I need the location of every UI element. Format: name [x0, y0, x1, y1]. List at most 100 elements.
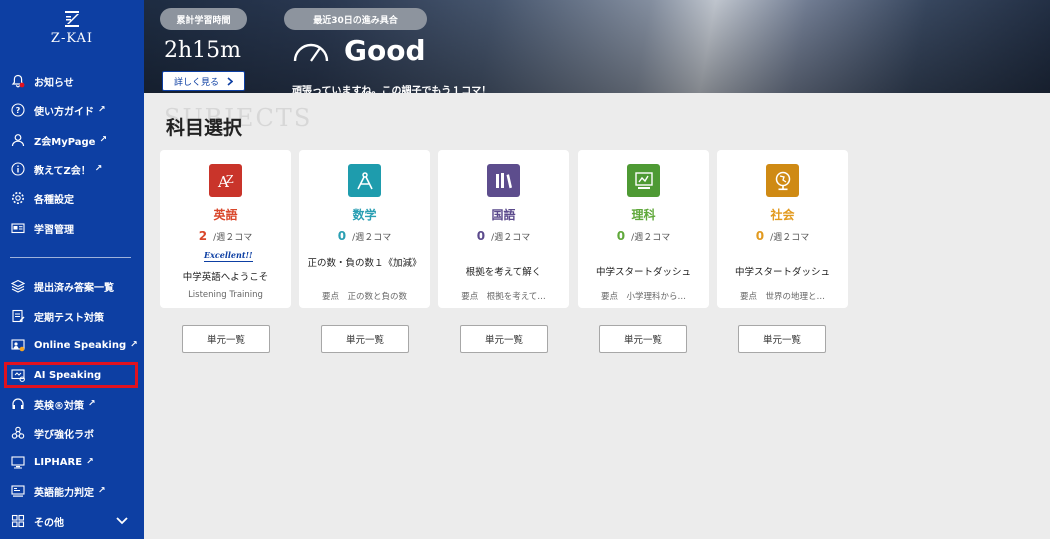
speedometer-icon: [292, 39, 330, 63]
subject-card-math[interactable]: 数学 0/週２コマ 正の数・負の数１《加減》 要点 正の数と負の数: [299, 150, 430, 308]
sidebar-item-label: 教えてZ会！: [34, 165, 91, 177]
lesson-subtitle: 要点 正の数と負の数: [321, 292, 407, 302]
unit-list-button-japanese[interactable]: 単元一覧: [460, 325, 548, 353]
science-subject-icon: [627, 164, 660, 197]
subject-card-social[interactable]: 社会 0/週２コマ 中学スタートダッシュ 要点 世界の地理と…: [717, 150, 848, 308]
clipboard-icon: [11, 309, 25, 323]
external-link-icon: ↗: [94, 164, 103, 174]
total-time-value: 2h15m: [164, 38, 242, 63]
layers-icon: [11, 279, 25, 293]
weekly-count: 0/週２コマ: [578, 229, 709, 243]
count-value: 0: [755, 229, 765, 243]
sidebar-item-label: 定期テスト対策: [34, 312, 104, 324]
weekly-count: 0/週２コマ: [438, 229, 569, 243]
subject-card-japanese[interactable]: 国語 0/週２コマ 根拠を考えて解く 要点 根拠を考えて…: [438, 150, 569, 308]
social-subject-icon: [766, 164, 799, 197]
gear-icon: [11, 191, 25, 205]
weekly-count: 2/週２コマ: [160, 229, 291, 243]
logo[interactable]: Z-KAI: [0, 10, 144, 46]
count-value: 0: [616, 229, 626, 243]
sidebar-item-settings[interactable]: 各種設定: [0, 187, 144, 209]
external-link-icon: ↗: [88, 399, 96, 409]
external-link-icon: ↗: [130, 340, 138, 350]
subject-card-science[interactable]: 理科 0/週２コマ 中学スタートダッシュ 要点 小学理科から…: [578, 150, 709, 308]
sidebar-item-help[interactable]: 教えてZ会！ ↗: [0, 158, 144, 180]
sidebar-item-label: Online Speaking: [34, 339, 127, 351]
sidebar-item-label: 学習管理: [34, 224, 74, 236]
sidebar-divider: [10, 257, 131, 258]
sidebar-item-submitted-answers[interactable]: 提出済み答案一覧: [0, 275, 144, 297]
subject-name: 理科: [631, 208, 656, 222]
person-icon: [11, 133, 25, 147]
person-chat-icon: [11, 338, 25, 352]
lesson-title: 中学スタートダッシュ: [734, 267, 830, 278]
count-unit: /週２コマ: [213, 233, 253, 243]
sidebar-item-label: 英語能力判定: [34, 487, 94, 499]
detail-button[interactable]: 詳しく見る: [162, 71, 245, 91]
sidebar-item-learning-management[interactable]: 学習管理: [0, 217, 144, 239]
count-unit: /週２コマ: [491, 233, 531, 243]
unit-list-button-science[interactable]: 単元一覧: [599, 325, 687, 353]
math-subject-icon: [348, 164, 381, 197]
excellent-badge: Excellent!!: [204, 250, 253, 262]
unit-list-button-math[interactable]: 単元一覧: [321, 325, 409, 353]
sidebar-item-label: 提出済み答案一覧: [34, 282, 114, 294]
bell-icon: [11, 74, 25, 88]
sidebar-item-other[interactable]: その他: [0, 510, 144, 532]
unit-list-button-social[interactable]: 単元一覧: [738, 325, 826, 353]
count-unit: /週２コマ: [631, 233, 671, 243]
english-subject-icon: AZ: [209, 164, 242, 197]
sidebar-item-label: 各種設定: [34, 194, 74, 206]
screen-icon: [11, 455, 25, 469]
study-summary-banner: 累計学習時間 2h15m 詳しく見る 最近30日の進み具合 Good 頑張ってい…: [144, 0, 1050, 93]
external-link-icon: ↗: [99, 135, 108, 145]
sidebar-item-ai-speaking[interactable]: AI Speaking: [4, 362, 138, 388]
count-value: 0: [476, 229, 486, 243]
id-card-icon: [11, 221, 25, 235]
info-icon: [11, 162, 25, 176]
chevron-down-icon: [116, 514, 128, 528]
sidebar-item-test-prep[interactable]: 定期テスト対策: [0, 305, 144, 327]
sidebar-item-label: その他: [34, 517, 64, 529]
svg-text:Z: Z: [226, 173, 234, 186]
sidebar-item-eiken[interactable]: 英検®対策 ↗: [0, 393, 144, 415]
z-kai-logo-icon: [65, 11, 79, 27]
chevron-right-icon: [227, 76, 233, 86]
sidebar-item-liphare[interactable]: LIPHARE ↗: [0, 451, 144, 473]
lesson-subtitle: 要点 根拠を考えて…: [461, 292, 546, 302]
sidebar-item-label: AI Speaking: [34, 369, 102, 381]
total-time-label: 累計学習時間: [160, 8, 247, 30]
monitor-chat-icon: [11, 368, 25, 382]
sidebar-item-label: 使い方ガイド: [34, 106, 94, 118]
computer-icon: [11, 484, 25, 498]
sidebar: Z-KAI お知らせ ? 使い方ガイド ↗ Z会MyPage ↗ 教えてZ会！ …: [0, 0, 144, 539]
count-value: 2: [198, 229, 208, 243]
sidebar-item-label: 学び強化ラボ: [34, 429, 94, 441]
progress-label: 最近30日の進み具合: [284, 8, 427, 30]
sidebar-item-label: Z会MyPage: [34, 136, 96, 148]
sidebar-item-label: 英検®対策: [34, 400, 84, 412]
molecule-icon: [11, 426, 25, 440]
subject-card-english[interactable]: AZ 英語 2/週２コマ Excellent!! 中学英語へようこそ Liste…: [160, 150, 291, 308]
subject-name: 国語: [491, 208, 516, 222]
sidebar-item-label: お知らせ: [34, 77, 74, 89]
sidebar-item-english-assessment[interactable]: 英語能力判定 ↗: [0, 480, 144, 502]
page-title: 科目選択: [166, 117, 243, 139]
sidebar-item-guide[interactable]: ? 使い方ガイド ↗: [0, 99, 144, 121]
sidebar-item-online-speaking[interactable]: Online Speaking ↗: [0, 334, 144, 356]
count-unit: /週２コマ: [770, 233, 810, 243]
external-link-icon: ↗: [98, 105, 106, 115]
subject-name: 社会: [770, 208, 795, 222]
sidebar-item-news[interactable]: お知らせ: [0, 70, 144, 92]
unit-list-button-english[interactable]: 単元一覧: [182, 325, 270, 353]
lesson-title: 中学英語へようこそ: [182, 272, 269, 283]
sidebar-item-lab[interactable]: 学び強化ラボ: [0, 422, 144, 444]
progress-status-text: Good: [344, 34, 426, 67]
subject-name: 英語: [213, 208, 238, 222]
headset-icon: [11, 397, 25, 411]
sidebar-item-mypage[interactable]: Z会MyPage ↗: [0, 129, 144, 151]
lesson-subtitle: Listening Training: [188, 290, 263, 300]
count-unit: /週２コマ: [352, 233, 392, 243]
progress-status: Good: [292, 34, 426, 67]
lesson-title: 中学スタートダッシュ: [595, 267, 691, 278]
